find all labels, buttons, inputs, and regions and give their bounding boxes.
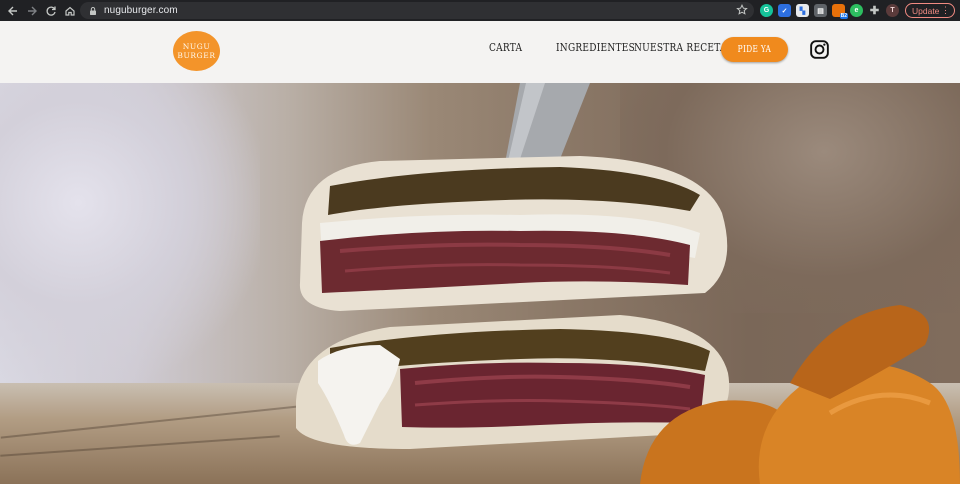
nav-link-ingredientes[interactable]: INGREDIENTES: [556, 41, 635, 54]
bookmark-star-icon[interactable]: [736, 4, 748, 16]
chart-extension-icon[interactable]: ▚: [796, 4, 809, 17]
badge-extension-icon[interactable]: B2: [832, 4, 848, 19]
order-now-label: PIDE YA: [737, 44, 772, 55]
extensions-bar: G ✓ ▚ ▤ B2 e ✚ T: [760, 3, 904, 19]
burger-illustration: [296, 83, 960, 484]
reload-icon: [46, 6, 56, 16]
reload-button[interactable]: [42, 2, 60, 20]
arrow-left-icon: [8, 6, 17, 15]
home-button[interactable]: [61, 2, 79, 20]
instagram-icon[interactable]: [810, 40, 829, 59]
url-text[interactable]: nuguburger.com: [104, 5, 178, 16]
back-button[interactable]: [4, 2, 22, 20]
update-label: Update: [912, 5, 940, 16]
grammarly-icon[interactable]: G: [760, 4, 773, 17]
extension-icon[interactable]: ✓: [778, 4, 791, 17]
brand-logo[interactable]: NUGU BURGER: [173, 31, 220, 71]
update-button[interactable]: Update ⋮: [905, 3, 955, 18]
profile-avatar[interactable]: T: [886, 4, 899, 17]
logo-line-1: NUGU: [182, 42, 211, 51]
burger-bottom-patty: [400, 362, 705, 428]
hero-burger-image: [0, 83, 960, 484]
forward-button[interactable]: [23, 2, 41, 20]
browser-toolbar: nuguburger.com G ✓ ▚ ▤ B2 e ✚ T Update ⋮: [0, 0, 960, 21]
evernote-icon[interactable]: e: [850, 4, 863, 17]
address-bar[interactable]: nuguburger.com: [80, 2, 754, 19]
arrow-right-icon: [28, 6, 37, 15]
nav-link-carta[interactable]: CARTA: [489, 41, 522, 54]
home-icon: [65, 6, 75, 16]
puzzle-icon[interactable]: ✚: [868, 4, 881, 17]
feedback-extension-icon[interactable]: ▤: [814, 4, 827, 17]
web-page: NUGU BURGER CARTA INGREDIENTES NUESTRA R…: [0, 21, 960, 484]
site-header: NUGU BURGER CARTA INGREDIENTES NUESTRA R…: [0, 21, 960, 83]
extension-badge: B2: [839, 13, 848, 19]
order-now-button[interactable]: PIDE YA: [721, 37, 788, 62]
nav-link-nuestra-receta[interactable]: NUESTRA RECETA: [634, 41, 727, 54]
logo-line-2: BURGER: [177, 51, 216, 60]
more-vert-icon: ⋮: [941, 5, 950, 15]
lock-icon: [88, 6, 98, 16]
